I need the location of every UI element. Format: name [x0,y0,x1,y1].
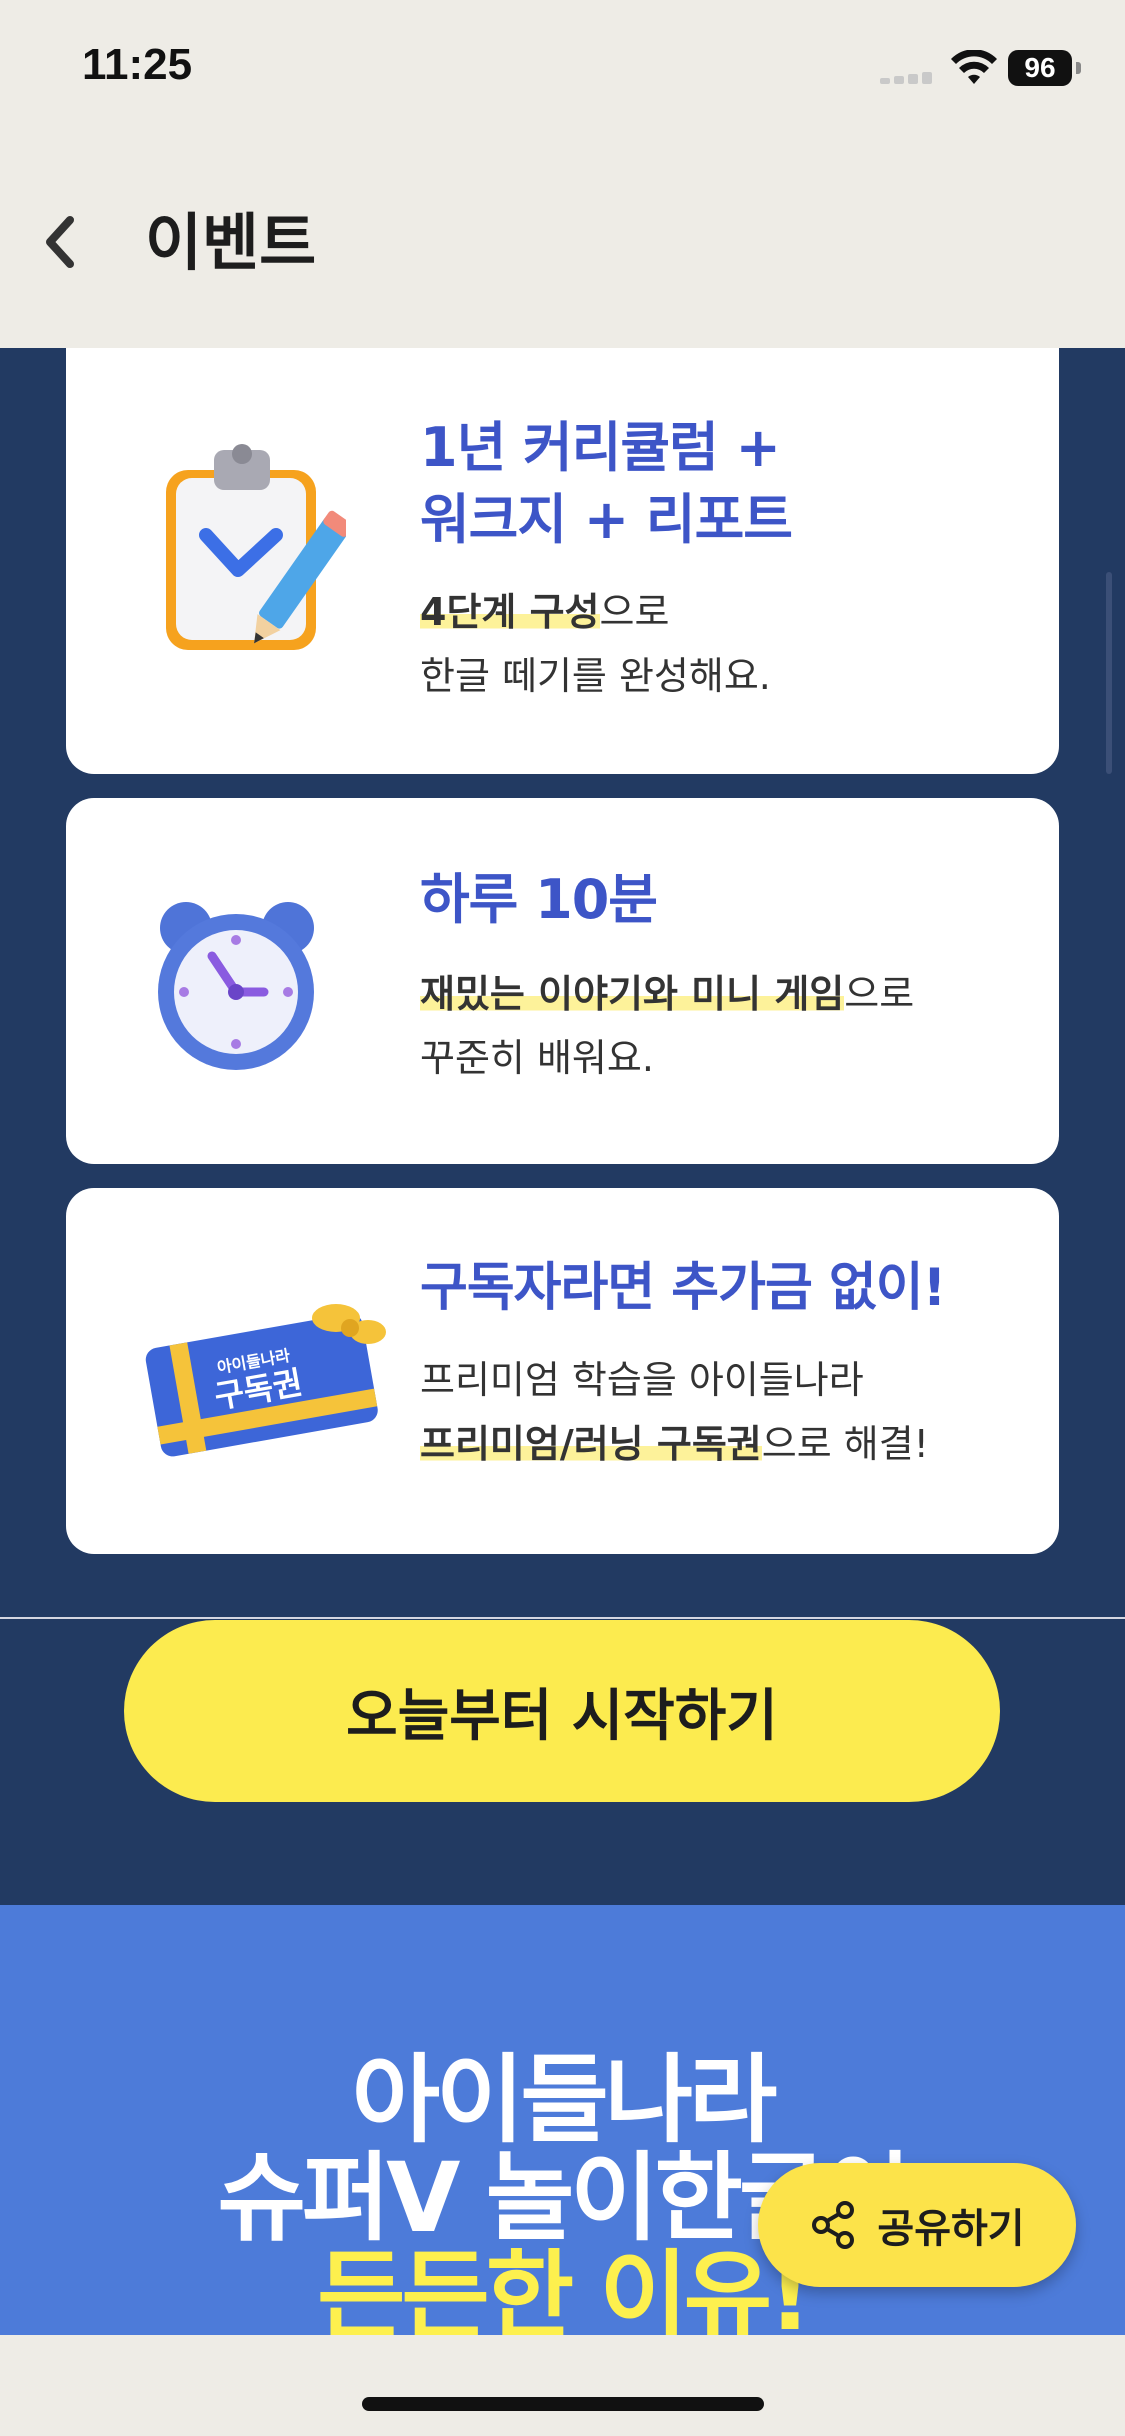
battery-tip [1076,62,1081,74]
alarm-clock-icon [158,902,314,1070]
feature-card-subscription: 아이들나라 구독권 구독자라면 추가금 없이! 프리미엄 학습을 아이들나라 프… [66,1188,1059,1554]
card-title: 구독자라면 추가금 없이! [420,1258,946,1318]
share-button[interactable]: 공유하기 [758,2163,1076,2287]
feature-card-daily: 하루 10분 재밌는 이야기와 미니 게임으로 꾸준히 배워요. [66,798,1059,1164]
subscription-ticket-icon: 아이들나라 구독권 [145,1304,386,1457]
feature-card-curriculum: 1년 커리큘럼 + 워크지 + 리포트 4단계 구성으로 한글 떼기를 완성해요… [66,348,1059,774]
card-title: 하루 10분 [420,868,658,931]
header: 이벤트 [0,140,1125,348]
card-description: 프리미엄 학습을 아이들나라 프리미엄/러닝 구독권으로 해결! [420,1358,929,1466]
start-today-button[interactable]: 오늘부터 시작하기 [124,1620,1000,1802]
page-title: 이벤트 [145,206,317,279]
battery-icon: 96 [1008,50,1072,86]
bottom-bar [0,2335,1125,2436]
card-title: 1년 커리큘럼 + 워크지 + 리포트 [420,416,793,551]
share-icon [812,2201,855,2249]
back-button[interactable] [30,202,90,282]
chevron-left-icon [46,216,74,268]
status-bar: 11:25 96 [0,0,1125,140]
share-label: 공유하기 [877,2206,1025,2252]
wifi-icon [951,50,997,84]
scrollbar[interactable] [1106,572,1112,774]
section-divider [0,1617,1125,1619]
card-description: 재밌는 이야기와 미니 게임으로 꾸준히 배워요. [420,972,915,1080]
cellular-signal-icon [880,72,934,84]
card-description: 4단계 구성으로 한글 떼기를 완성해요. [420,590,771,698]
status-time: 11:25 [82,40,193,89]
promo-line-1: 아이들나라 [351,2044,778,2156]
clipboard-pencil-icon [166,444,346,650]
home-indicator[interactable] [362,2397,764,2411]
